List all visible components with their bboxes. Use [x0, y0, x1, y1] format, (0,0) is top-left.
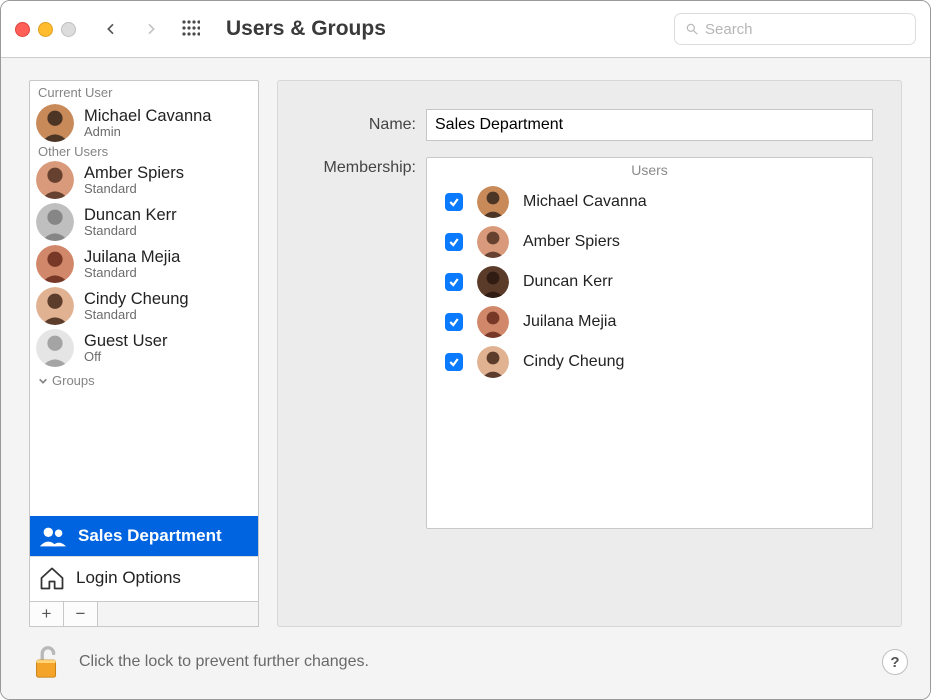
user-name: Michael Cavanna — [84, 107, 212, 125]
source-list: Current User Michael Cavanna Admin Other… — [29, 80, 259, 602]
user-name: Guest User — [84, 332, 167, 350]
avatar — [36, 245, 74, 283]
sidebar-item-user[interactable]: Amber Spiers Standard — [30, 159, 258, 201]
login-options-label: Login Options — [76, 568, 181, 588]
window-controls — [15, 22, 76, 37]
user-role: Standard — [84, 182, 184, 196]
avatar — [36, 161, 74, 199]
avatar — [36, 203, 74, 241]
show-all-prefs-button[interactable] — [176, 14, 206, 44]
user-role: Standard — [84, 308, 189, 322]
body: Current User Michael Cavanna Admin Other… — [1, 58, 930, 699]
forward-button[interactable] — [136, 14, 166, 44]
back-button[interactable] — [96, 14, 126, 44]
users-groups-window: Users & Groups Search Current User — [0, 0, 931, 700]
add-remove-bar: + − — [29, 602, 259, 627]
member-checkbox[interactable] — [445, 233, 463, 251]
sidebar: Current User Michael Cavanna Admin Other… — [29, 80, 259, 627]
member-checkbox[interactable] — [445, 313, 463, 331]
user-role: Off — [84, 350, 167, 364]
minimize-window-button[interactable] — [38, 22, 53, 37]
help-button[interactable]: ? — [882, 649, 908, 675]
remove-button[interactable]: − — [64, 602, 98, 626]
unlocked-lock-icon[interactable] — [29, 643, 65, 681]
user-name: Amber Spiers — [84, 164, 184, 182]
member-checkbox[interactable] — [445, 193, 463, 211]
group-name: Sales Department — [78, 526, 222, 546]
search-icon — [685, 22, 699, 36]
user-name: Juilana Mejia — [84, 248, 180, 266]
avatar — [36, 104, 74, 142]
member-name: Cindy Cheung — [523, 353, 624, 371]
member-name: Amber Spiers — [523, 233, 620, 251]
sidebar-item-group[interactable]: Sales Department — [30, 516, 258, 556]
close-window-button[interactable] — [15, 22, 30, 37]
name-label: Name: — [306, 116, 416, 134]
member-row[interactable]: Michael Cavanna — [427, 182, 872, 222]
house-icon — [38, 565, 66, 591]
section-header-current-user: Current User — [30, 81, 258, 100]
avatar — [36, 329, 74, 367]
section-header-other-users: Other Users — [30, 140, 258, 159]
membership-label: Membership: — [306, 159, 416, 177]
avatar — [477, 186, 509, 218]
user-name: Cindy Cheung — [84, 290, 189, 308]
membership-list: Users Michael Cavanna Amber Spiers Dunca — [426, 157, 873, 529]
add-button[interactable]: + — [30, 602, 64, 626]
member-name: Michael Cavanna — [523, 193, 647, 211]
section-header-groups[interactable]: Groups — [30, 369, 258, 388]
member-checkbox[interactable] — [445, 273, 463, 291]
search-field[interactable]: Search — [674, 13, 916, 45]
sidebar-item-user[interactable]: Guest User Off — [30, 327, 258, 369]
group-icon — [38, 525, 68, 547]
member-name: Duncan Kerr — [523, 273, 613, 291]
member-row[interactable]: Juilana Mejia — [427, 302, 872, 342]
avatar — [477, 226, 509, 258]
avatar — [477, 266, 509, 298]
chevron-down-icon — [38, 376, 48, 386]
membership-header: Users — [427, 158, 872, 182]
search-placeholder: Search — [705, 21, 753, 38]
toolbar: Users & Groups Search — [1, 1, 930, 58]
group-name-input[interactable] — [426, 109, 873, 141]
member-row[interactable]: Cindy Cheung — [427, 342, 872, 382]
sidebar-item-login-options[interactable]: Login Options — [30, 556, 258, 601]
main-panel: Name: Membership: Users Michael Cavanna — [277, 80, 902, 627]
user-role: Admin — [84, 125, 212, 139]
member-checkbox[interactable] — [445, 353, 463, 371]
sidebar-item-user[interactable]: Cindy Cheung Standard — [30, 285, 258, 327]
user-role: Standard — [84, 224, 177, 238]
window-title: Users & Groups — [226, 17, 386, 41]
zoom-window-button[interactable] — [61, 22, 76, 37]
avatar — [477, 306, 509, 338]
member-name: Juilana Mejia — [523, 313, 616, 331]
sidebar-item-user[interactable]: Juilana Mejia Standard — [30, 243, 258, 285]
user-name: Duncan Kerr — [84, 206, 177, 224]
bottom-bar: Click the lock to prevent further change… — [1, 637, 930, 699]
avatar — [36, 287, 74, 325]
sidebar-item-user[interactable]: Duncan Kerr Standard — [30, 201, 258, 243]
member-row[interactable]: Amber Spiers — [427, 222, 872, 262]
avatar — [477, 346, 509, 378]
lock-text: Click the lock to prevent further change… — [79, 653, 369, 671]
member-row[interactable]: Duncan Kerr — [427, 262, 872, 302]
user-role: Standard — [84, 266, 180, 280]
